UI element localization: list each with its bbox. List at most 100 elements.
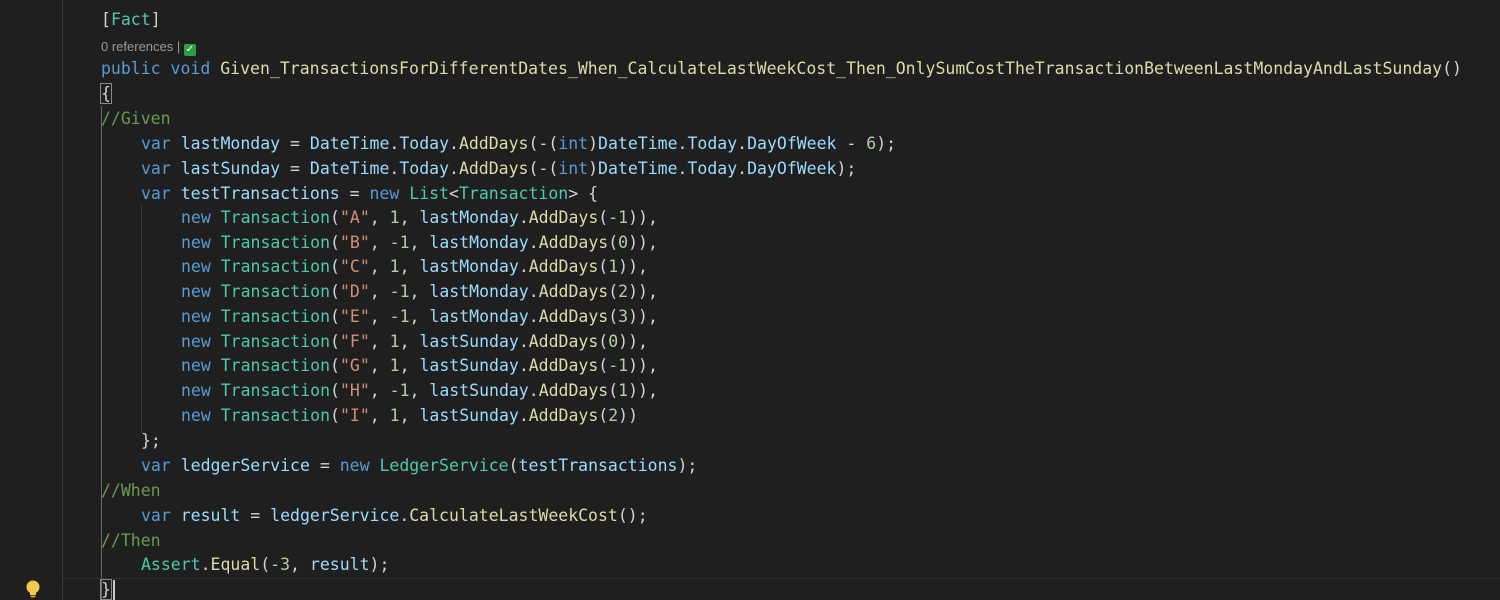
variable: ledgerService xyxy=(180,456,310,475)
number: -3 xyxy=(270,555,291,574)
method-call: AddDays xyxy=(538,232,609,252)
keyword: public xyxy=(101,59,161,78)
string-literal: "E" xyxy=(339,306,370,326)
code-line-transaction[interactable]: new Transaction("A", 1, lastMonday.AddDa… xyxy=(181,206,658,231)
operator: - xyxy=(836,134,867,153)
method-call: AddDays xyxy=(528,208,599,227)
punctuation: )), xyxy=(618,331,648,351)
code-line-transaction[interactable]: new Transaction("G", 1, lastSunday.AddDa… xyxy=(181,354,658,379)
type-name: Transaction xyxy=(220,306,331,326)
code-line-attribute[interactable]: [Fact] xyxy=(101,8,161,33)
method-call: AddDays xyxy=(458,134,529,153)
code-line-transaction[interactable]: new Transaction("F", 1, lastSunday.AddDa… xyxy=(181,330,648,355)
variable: lastSunday xyxy=(419,356,519,376)
operator: = xyxy=(240,506,271,525)
punctuation: )), xyxy=(628,306,658,326)
punctuation: )), xyxy=(628,208,658,227)
type-name: Transaction xyxy=(220,380,331,400)
number: -1 xyxy=(389,380,410,400)
code-line-transaction[interactable]: new Transaction("C", 1, lastMonday.AddDa… xyxy=(181,255,648,280)
punctuation: , xyxy=(290,555,310,574)
punctuation: ); xyxy=(369,555,390,574)
method-name: Given_TransactionsForDifferentDates_When… xyxy=(220,59,1443,78)
code-line-result[interactable]: var result = ledgerService.CalculateLast… xyxy=(141,504,648,529)
keyword: new xyxy=(181,380,211,400)
code-line-assert[interactable]: Assert.Equal(-3, result); xyxy=(141,553,389,578)
number: 0 xyxy=(618,232,629,252)
keyword: new xyxy=(181,356,211,376)
number: -1 xyxy=(389,282,410,302)
punctuation: ); xyxy=(677,456,698,475)
keyword: new xyxy=(181,282,211,302)
code-line-transaction[interactable]: new Transaction("H", -1, lastSunday.AddD… xyxy=(181,379,658,404)
punctuation: (-( xyxy=(528,134,559,153)
keyword: void xyxy=(170,59,211,78)
operator: = xyxy=(280,159,310,178)
variable: testTransactions xyxy=(180,184,340,203)
keyword: var xyxy=(141,184,171,203)
member: Today xyxy=(399,134,449,153)
method-call: AddDays xyxy=(528,257,599,277)
number: 2 xyxy=(608,405,619,425)
keyword: int xyxy=(558,159,589,178)
code-line-comment-given[interactable]: //Given xyxy=(101,107,171,132)
code-line-close-list[interactable]: }; xyxy=(141,429,161,454)
operator: = xyxy=(280,134,310,153)
codelens-references[interactable]: 0 references | ✓ xyxy=(101,37,196,57)
code-line-test-transactions[interactable]: var testTransactions = new List<Transact… xyxy=(141,182,598,207)
current-line-highlight xyxy=(62,578,1500,600)
member: Today xyxy=(687,159,738,178)
type-name: List xyxy=(409,184,450,203)
type-name: Transaction xyxy=(220,208,331,227)
code-line-comment-when[interactable]: //When xyxy=(101,479,161,504)
code-line-transaction[interactable]: new Transaction("I", 1, lastSunday.AddDa… xyxy=(181,404,638,429)
method-call: AddDays xyxy=(528,331,599,351)
string-literal: "I" xyxy=(339,405,370,425)
variable: testTransactions xyxy=(518,456,678,475)
number: -1 xyxy=(389,232,410,252)
number: -1 xyxy=(608,356,629,376)
keyword: var xyxy=(141,159,171,178)
variable: result xyxy=(180,506,241,525)
type-ref: DateTime xyxy=(309,134,390,153)
punctuation: ) xyxy=(588,159,599,178)
number: 6 xyxy=(866,134,877,153)
type-name: Transaction xyxy=(220,405,331,425)
lightbulb-icon[interactable] xyxy=(24,579,42,600)
references-label[interactable]: 0 references | xyxy=(101,39,180,54)
string-literal: "H" xyxy=(339,380,370,400)
code-line-close-brace[interactable]: } xyxy=(100,578,112,600)
number: 1 xyxy=(389,208,400,227)
variable: lastMonday xyxy=(180,134,281,153)
number: 1 xyxy=(618,380,629,400)
code-line-last-sunday[interactable]: var lastSunday = DateTime.Today.AddDays(… xyxy=(141,157,856,182)
code-line-ledger-service[interactable]: var ledgerService = new LedgerService(te… xyxy=(141,454,697,479)
code-line-comment-then[interactable]: //Then xyxy=(101,529,161,554)
code-line-transaction[interactable]: new Transaction("D", -1, lastMonday.AddD… xyxy=(181,280,658,305)
keyword: new xyxy=(369,184,400,203)
punctuation: )), xyxy=(618,257,648,277)
punctuation: ( xyxy=(508,456,519,475)
keyword: new xyxy=(181,257,211,277)
code-line-transaction[interactable]: new Transaction("B", -1, lastMonday.AddD… xyxy=(181,231,658,256)
string-literal: "B" xyxy=(339,232,370,252)
attribute-name: Fact xyxy=(110,10,151,29)
punctuation: < xyxy=(449,184,459,203)
keyword: new xyxy=(181,331,211,351)
code-line-last-monday[interactable]: var lastMonday = DateTime.Today.AddDays(… xyxy=(141,132,896,157)
member: Today xyxy=(687,134,738,153)
punctuation: (); xyxy=(617,506,648,525)
method-call: AddDays xyxy=(528,405,599,425)
punctuation: ) xyxy=(588,134,599,153)
method-call: Equal xyxy=(210,555,261,574)
operator: = xyxy=(309,456,340,475)
code-editor[interactable]: [Fact] 0 references | ✓ public void Give… xyxy=(0,0,1500,600)
variable: lastMonday xyxy=(429,232,529,252)
type-ref: DateTime xyxy=(598,159,678,178)
code-line-method-signature[interactable]: public void Given_TransactionsForDiffere… xyxy=(101,57,1462,82)
code-line-open-brace[interactable]: { xyxy=(100,82,112,107)
code-line-transaction[interactable]: new Transaction("E", -1, lastMonday.AddD… xyxy=(181,305,658,330)
indent-guide xyxy=(141,205,142,433)
keyword: int xyxy=(558,134,589,153)
variable: lastMonday xyxy=(419,257,519,277)
